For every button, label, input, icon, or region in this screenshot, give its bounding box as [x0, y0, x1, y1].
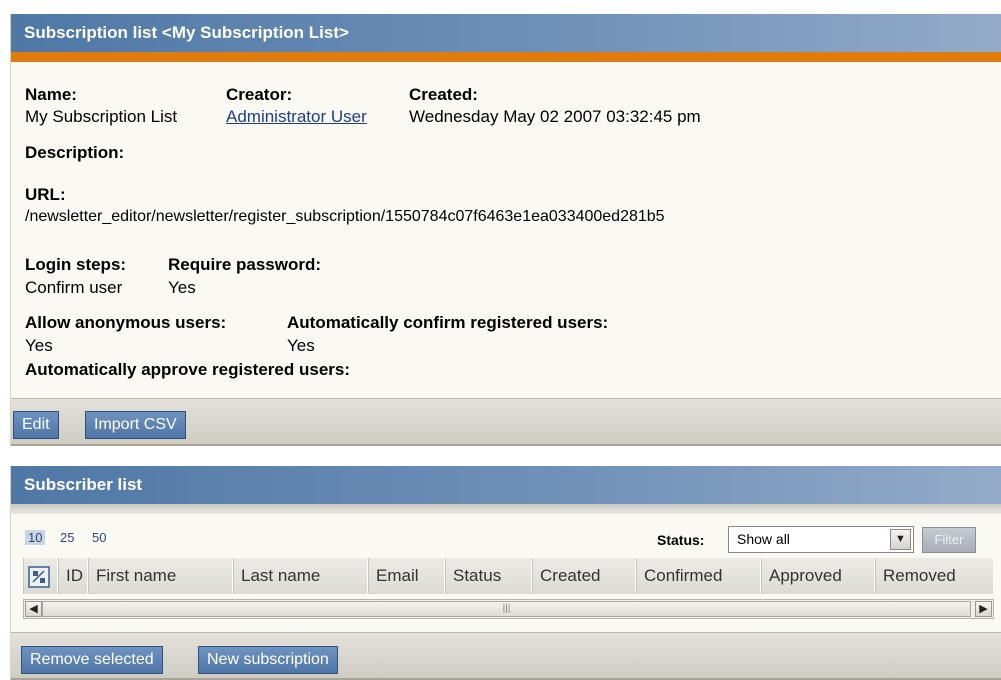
status-select-value: Show all [737, 531, 790, 547]
require-password-value: Yes [168, 278, 196, 297]
created-label: Created: [409, 85, 478, 104]
page-size-25[interactable]: 25 [60, 530, 74, 545]
login-steps-value: Confirm user [25, 278, 123, 297]
subscription-button-bar: Edit Import CSV [11, 398, 1001, 446]
created-value: Wednesday May 02 2007 03:32:45 pm [409, 107, 701, 126]
status-filter-label: Status: [657, 532, 705, 548]
column-email[interactable]: Email [368, 558, 445, 594]
auto-approve-label: Automatically approve registered users: [25, 360, 351, 379]
require-password-label: Require password: [168, 255, 322, 274]
import-csv-button[interactable]: Import CSV [85, 411, 186, 439]
scrollbar-thumb[interactable]: ||| [42, 601, 971, 617]
subscriber-button-bar: Remove selected New subscription [11, 632, 1001, 680]
subscriber-panel-accent-bar [11, 504, 1001, 514]
url-label: URL: [25, 185, 66, 204]
filter-button[interactable]: Filter [922, 527, 976, 553]
scroll-right-icon[interactable]: ▶ [975, 601, 992, 617]
toggle-select-all-icon[interactable] [23, 558, 58, 594]
column-approved[interactable]: Approved [761, 558, 875, 594]
column-confirmed[interactable]: Confirmed [636, 558, 761, 594]
subscription-panel: Subscription list <My Subscription List>… [10, 14, 1001, 446]
page-size-10[interactable]: 10 [25, 530, 46, 545]
name-value: My Subscription List [25, 107, 178, 126]
chevron-down-icon[interactable]: ▼ [890, 529, 911, 550]
new-subscription-button[interactable]: New subscription [198, 646, 338, 674]
page-size-50[interactable]: 50 [92, 530, 106, 545]
edit-button[interactable]: Edit [13, 411, 59, 439]
subscriber-panel-title: Subscriber list [11, 466, 1001, 504]
horizontal-scrollbar[interactable]: ◀ ||| ▶ [23, 599, 994, 619]
column-removed[interactable]: Removed [875, 558, 994, 594]
column-last-name[interactable]: Last name [233, 558, 368, 594]
auto-confirm-label: Automatically confirm registered users: [287, 313, 609, 332]
creator-link[interactable]: Administrator User [226, 107, 367, 127]
description-label: Description: [25, 143, 125, 162]
allow-anonymous-value: Yes [25, 336, 53, 355]
column-first-name[interactable]: First name [88, 558, 233, 594]
subscription-panel-title: Subscription list <My Subscription List> [11, 14, 1001, 52]
auto-confirm-value: Yes [287, 336, 315, 355]
column-created[interactable]: Created [532, 558, 636, 594]
name-label: Name: [25, 85, 77, 104]
allow-anonymous-label: Allow anonymous users: [25, 313, 227, 332]
column-id[interactable]: ID [58, 558, 88, 594]
url-value: /newsletter_editor/newsletter/register_s… [25, 208, 665, 225]
subscription-panel-accent-bar [11, 52, 1001, 62]
status-select[interactable]: Show all ▼ [728, 526, 914, 553]
scroll-left-icon[interactable]: ◀ [25, 601, 42, 617]
subscriber-panel: Subscriber list 10 25 50 Status: Show al… [10, 466, 1001, 680]
column-status[interactable]: Status [445, 558, 532, 594]
remove-selected-button[interactable]: Remove selected [21, 646, 163, 674]
subscriber-table-header: ID First name Last name Email Status Cre… [23, 558, 994, 594]
creator-label: Creator: [226, 85, 293, 104]
login-steps-label: Login steps: [25, 255, 127, 274]
